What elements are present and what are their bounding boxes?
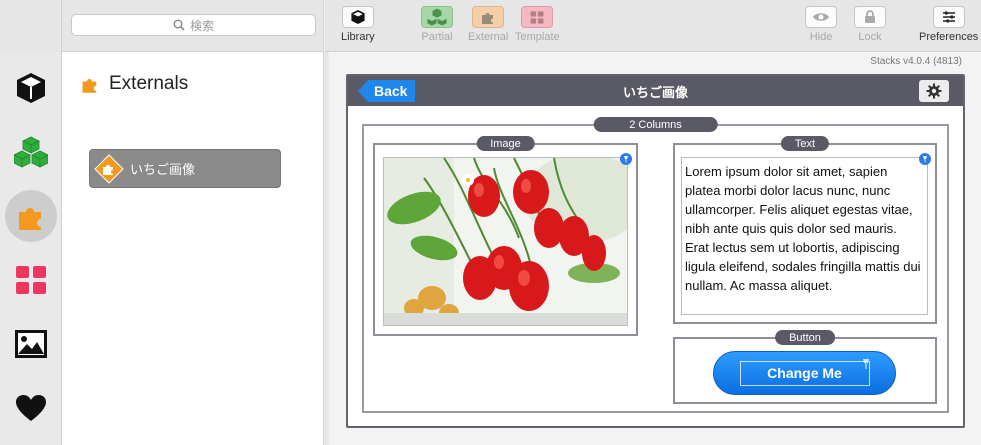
lock-button[interactable]: Lock bbox=[854, 6, 886, 43]
sidebar-header: 検索 bbox=[62, 0, 323, 52]
version-text: Stacks v4.0.4 (4813) bbox=[870, 56, 962, 67]
partials-icon[interactable] bbox=[5, 126, 57, 178]
library-button[interactable]: Library bbox=[341, 6, 375, 43]
partial-label: Partial bbox=[421, 31, 453, 43]
sidebar-title-label: Externals bbox=[109, 73, 189, 94]
text-content[interactable]: Lorem ipsum dolor sit amet, sapien plate… bbox=[681, 157, 928, 315]
lock-label: Lock bbox=[858, 31, 882, 43]
external-button[interactable]: External bbox=[468, 6, 508, 43]
sidebar-divider bbox=[324, 52, 328, 445]
sidebar-item-external[interactable]: いちご画像 bbox=[89, 149, 281, 188]
partial-button[interactable]: Partial bbox=[421, 6, 453, 43]
panel-title: いちご画像 bbox=[622, 84, 688, 100]
preferences-button[interactable]: Preferences bbox=[919, 6, 978, 43]
templates-grid-icon[interactable] bbox=[5, 254, 57, 306]
hide-button[interactable]: Hide bbox=[805, 6, 837, 43]
lock-icon bbox=[865, 10, 875, 23]
template-label: Template bbox=[515, 31, 560, 43]
partial-cubes-icon bbox=[427, 8, 447, 26]
sliders-icon bbox=[942, 11, 955, 23]
search-placeholder: 検索 bbox=[189, 18, 214, 33]
settings-gear-button[interactable] bbox=[919, 80, 949, 102]
back-button[interactable]: Back bbox=[358, 80, 416, 102]
externals-sidebar: 検索 Externals いちご画像 bbox=[62, 0, 324, 445]
eye-icon bbox=[813, 13, 829, 21]
externals-puzzle-icon[interactable] bbox=[5, 190, 57, 242]
button-text: Change Me bbox=[767, 365, 842, 381]
button-tag: Button bbox=[775, 330, 835, 345]
search-field[interactable]: 検索 bbox=[71, 14, 316, 36]
library-cube-icon bbox=[351, 9, 365, 25]
text-tag: Text bbox=[780, 136, 830, 151]
hide-label: Hide bbox=[809, 31, 833, 43]
image-tag: Image bbox=[476, 136, 535, 151]
pin-icon[interactable] bbox=[620, 153, 632, 165]
change-me-button[interactable]: Change Me bbox=[713, 351, 896, 395]
columns-tag: 2 Columns bbox=[593, 117, 718, 132]
template-button[interactable]: Template bbox=[515, 6, 560, 43]
library-icon[interactable] bbox=[5, 62, 57, 114]
favorites-heart-icon[interactable] bbox=[5, 382, 57, 434]
library-label: Library bbox=[341, 31, 375, 43]
pin-icon bbox=[863, 359, 869, 369]
panel-header: Back いちご画像 bbox=[348, 76, 963, 106]
icon-rail bbox=[0, 0, 62, 445]
external-item-icon bbox=[94, 153, 124, 184]
sidebar-item-label: いちご画像 bbox=[130, 162, 196, 177]
toolbar: Library Partial External Template Hide L… bbox=[325, 0, 981, 52]
strawberry-photo[interactable] bbox=[383, 157, 628, 326]
gear-icon bbox=[926, 83, 942, 99]
externals-puzzle-icon bbox=[82, 79, 97, 93]
template-grid-icon bbox=[530, 10, 544, 24]
preferences-label: Preferences bbox=[919, 31, 979, 43]
pin-icon[interactable] bbox=[919, 153, 931, 165]
sidebar-title: Externals bbox=[80, 73, 188, 95]
images-icon[interactable] bbox=[5, 318, 57, 370]
search-icon bbox=[173, 19, 185, 31]
external-puzzle-icon bbox=[482, 13, 494, 24]
external-label: External bbox=[468, 31, 509, 43]
